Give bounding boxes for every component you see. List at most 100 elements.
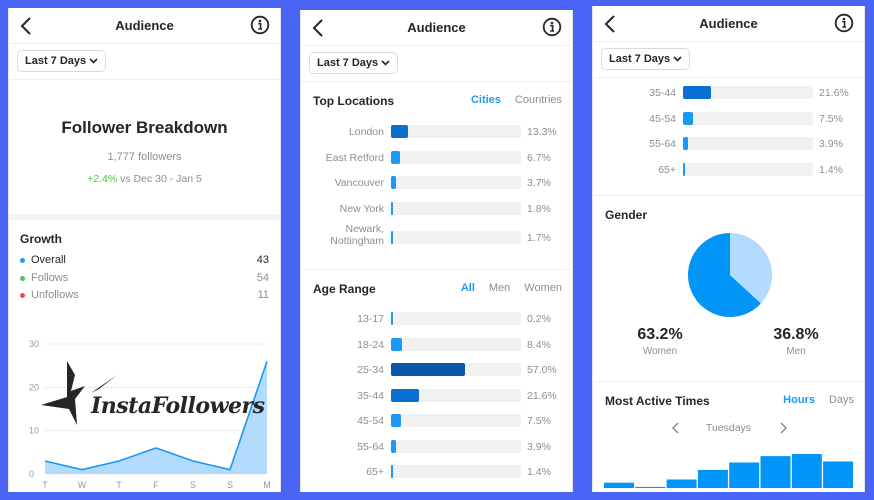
bar-label: London bbox=[348, 126, 384, 138]
men-label: Men bbox=[786, 346, 806, 357]
bar-row: 65+ 1.4% bbox=[301, 459, 572, 485]
bar-value: 7.5% bbox=[819, 112, 843, 125]
bar-track bbox=[391, 231, 521, 244]
legend-dot-icon bbox=[20, 293, 25, 298]
info-circle-icon[interactable] bbox=[542, 17, 562, 37]
bar-track bbox=[391, 439, 521, 453]
bar-track bbox=[683, 137, 813, 150]
legend-dot-icon bbox=[20, 275, 25, 281]
tab-men[interactable]: Men bbox=[489, 282, 510, 294]
follower-breakdown-screen: Audience Last 7 Days Follower Breakdown … bbox=[8, 8, 281, 492]
bar-track bbox=[683, 162, 813, 176]
bar-label: 35-44 bbox=[649, 87, 676, 99]
bar-label: 65+ bbox=[658, 163, 676, 176]
tab-cities[interactable]: Cities bbox=[471, 94, 501, 106]
info-circle-icon[interactable] bbox=[834, 13, 854, 33]
bar-fill bbox=[391, 176, 396, 189]
bar-fill bbox=[391, 388, 420, 402]
tab-all[interactable]: All bbox=[461, 282, 475, 294]
bar-label: 55-64 bbox=[649, 138, 676, 150]
bar-value: 0.2% bbox=[527, 313, 551, 325]
nav-bar: Audience bbox=[593, 6, 864, 42]
locations-list: London 13.3% East Retford 6.7% Vancouver 3… bbox=[301, 119, 572, 254]
change-comparison: vs Dec 30 - Jan 5 bbox=[117, 173, 202, 185]
bar-row: East Retford 6.7% bbox=[301, 145, 572, 171]
growth-legend-item: Follows 54 bbox=[20, 271, 269, 289]
bar-row: 18-24 8.4% bbox=[301, 332, 572, 358]
bar-fill bbox=[391, 125, 409, 138]
bar-track bbox=[391, 363, 521, 376]
active-bar bbox=[729, 462, 760, 488]
chevron-down-icon bbox=[89, 58, 98, 64]
growth-legend: Overall 43 Follows 54 Unfollows 11 bbox=[20, 253, 269, 306]
tab-hours[interactable]: Hours bbox=[783, 394, 815, 406]
info-circle-icon[interactable] bbox=[250, 15, 270, 35]
active-bar bbox=[635, 486, 666, 488]
day-label: Tuesdays bbox=[705, 422, 752, 434]
date-range-dropdown[interactable]: Last 7 Days bbox=[309, 52, 399, 74]
age-range-list: 13-17 0.2% 18-24 8.4% 25-34 57.0% 35-44 21.… bbox=[301, 306, 572, 485]
tab-days[interactable]: Days bbox=[829, 394, 854, 406]
bar-fill bbox=[683, 162, 685, 176]
legend-value: 54 bbox=[256, 271, 269, 284]
bar-track bbox=[683, 111, 813, 125]
bar-row: London 13.3% bbox=[301, 119, 572, 145]
bar-value: 3.7% bbox=[527, 177, 551, 189]
page-title: Audience bbox=[115, 18, 174, 33]
top-locations-section: Top Locations Cities Countries London 13.… bbox=[301, 82, 572, 270]
y-tick-label: 20 bbox=[29, 382, 39, 392]
bar-track bbox=[391, 150, 521, 164]
chevron-down-icon bbox=[381, 60, 390, 66]
bar-label: 45-54 bbox=[357, 415, 384, 427]
page-title: Audience bbox=[407, 20, 466, 35]
date-range-dropdown[interactable]: Last 7 Days bbox=[17, 50, 107, 72]
bar-fill bbox=[391, 312, 393, 325]
active-bar bbox=[791, 454, 822, 488]
active-bar bbox=[666, 479, 697, 488]
bar-label: 65+ bbox=[366, 466, 384, 478]
filter-bar: Last 7 Days bbox=[301, 46, 572, 82]
bar-fill bbox=[683, 86, 712, 99]
growth-title: Growth bbox=[20, 232, 62, 246]
growth-legend-item: Unfollows 11 bbox=[20, 288, 269, 306]
breakdown-summary: Follower Breakdown 1,777 followers +2.4%… bbox=[9, 80, 280, 220]
change-value: +2.4% bbox=[87, 173, 118, 185]
active-bar bbox=[823, 461, 854, 488]
gender-title: Gender bbox=[605, 208, 648, 222]
nav-bar: Audience bbox=[301, 10, 572, 46]
followers-change: +2.4% vs Dec 30 - Jan 5 bbox=[9, 173, 280, 185]
bar-value: 3.9% bbox=[819, 138, 843, 150]
chevron-right-icon[interactable] bbox=[778, 422, 788, 434]
tab-countries[interactable]: Countries bbox=[515, 94, 562, 106]
bar-fill bbox=[391, 363, 466, 376]
bar-fill bbox=[683, 137, 689, 150]
date-range-dropdown[interactable]: Last 7 Days bbox=[601, 48, 691, 70]
men-stat: 36.8% Men bbox=[751, 326, 841, 357]
bar-value: 1.7% bbox=[527, 232, 551, 244]
date-range-label: Last 7 Days bbox=[317, 57, 379, 69]
age-range-list-continued: 35-44 21.6% 45-54 7.5% 55-64 3.9% 65+ 1.4% bbox=[593, 78, 864, 196]
bar-value: 3.9% bbox=[527, 440, 551, 453]
bar-track bbox=[391, 312, 521, 325]
gender-activity-screen: Audience Last 7 Days 35-44 21.6% 45-54 7.… bbox=[592, 6, 865, 492]
bar-row: 25-34 57.0% bbox=[301, 357, 572, 383]
date-range-label: Last 7 Days bbox=[25, 55, 87, 67]
tab-women[interactable]: Women bbox=[524, 282, 562, 294]
bar-label: 25-34 bbox=[357, 364, 384, 376]
bar-row: Newark, Nottingham 1.7% bbox=[301, 221, 572, 254]
bar-label: New York bbox=[339, 202, 384, 215]
bar-fill bbox=[391, 337, 402, 351]
age-tabs: All Men Women bbox=[447, 282, 562, 294]
x-tick-label: S bbox=[190, 480, 196, 490]
bar-label: East Retford bbox=[325, 151, 384, 164]
x-tick-label: W bbox=[78, 480, 87, 490]
followers-count: 1,777 followers bbox=[107, 151, 182, 163]
bar-row: 45-54 7.5% bbox=[301, 408, 572, 434]
bar-value: 8.4% bbox=[527, 338, 551, 351]
bar-track bbox=[391, 388, 521, 402]
age-range-section: Age Range All Men Women 13-17 0.2% 18-24 8.… bbox=[301, 270, 572, 485]
bar-row: 45-54 7.5% bbox=[593, 106, 864, 132]
y-tick-label: 10 bbox=[29, 426, 39, 436]
x-tick-label: T bbox=[116, 480, 122, 490]
bar-track bbox=[391, 176, 521, 189]
